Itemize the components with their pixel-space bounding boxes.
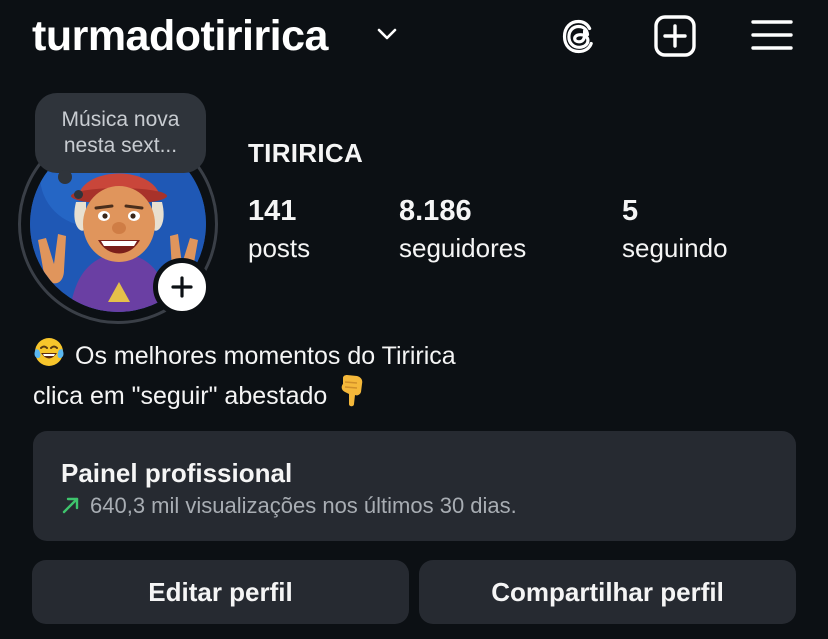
- professional-dashboard-card[interactable]: Painel profissional 640,3 mil visualizaç…: [33, 431, 796, 541]
- note-bubble-tail: [58, 170, 72, 184]
- edit-profile-button[interactable]: Editar perfil: [32, 560, 409, 624]
- pointing-down-emoji-icon: [341, 375, 363, 407]
- bio-text-1: Os melhores momentos do Tiririca: [75, 342, 456, 370]
- display-name: TIRIRICA: [248, 138, 364, 168]
- posts-value: 141: [248, 195, 297, 227]
- trending-up-icon: [62, 497, 79, 514]
- posts-label: posts: [248, 233, 311, 263]
- dashboard-views-text: 640,3 mil visualizações nos últimos 30 d…: [90, 493, 517, 518]
- note-bubble-tail-small: [74, 190, 83, 199]
- followers-count[interactable]: 8.186 seguidores: [399, 193, 526, 267]
- bio-line-1: Os melhores momentos do Tiririca: [33, 336, 456, 374]
- posts-count[interactable]: 141 posts: [248, 193, 310, 267]
- profile-bio: Os melhores momentos do Tiririca clica e…: [33, 336, 456, 414]
- menu-icon[interactable]: [750, 14, 794, 58]
- following-value: 5: [622, 195, 639, 227]
- tears-of-joy-emoji-icon: [34, 338, 64, 366]
- bio-line-2: clica em "seguir" abestado: [33, 374, 456, 414]
- following-label: seguindo: [622, 233, 728, 263]
- bio-text-2: clica em "seguir" abestado: [33, 382, 328, 410]
- username-switcher[interactable]: turmadotiririca: [32, 12, 328, 60]
- note-bubble[interactable]: Música nova nesta sext...: [35, 93, 206, 173]
- following-count[interactable]: 5 seguindo: [622, 193, 728, 267]
- note-line-1: Música nova: [61, 108, 180, 131]
- add-story-button[interactable]: [153, 258, 211, 316]
- create-post-icon[interactable]: [653, 14, 697, 58]
- followers-value: 8.186: [399, 195, 472, 227]
- chevron-down-icon[interactable]: [376, 26, 398, 42]
- note-line-2: nesta sext...: [63, 134, 178, 157]
- note-text: Música nova nesta sext...: [35, 107, 206, 159]
- plus-icon: [171, 276, 193, 298]
- profile-header: turmadotiririca: [0, 0, 828, 80]
- share-profile-button[interactable]: Compartilhar perfil: [419, 560, 796, 624]
- dashboard-title: Painel profissional: [61, 458, 293, 488]
- profile-page: turmadotiririca Música nova nesta sext..…: [0, 0, 828, 639]
- followers-label: seguidores: [399, 233, 527, 263]
- threads-icon[interactable]: [557, 14, 601, 58]
- dashboard-subtitle: 640,3 mil visualizações nos últimos 30 d…: [61, 493, 517, 519]
